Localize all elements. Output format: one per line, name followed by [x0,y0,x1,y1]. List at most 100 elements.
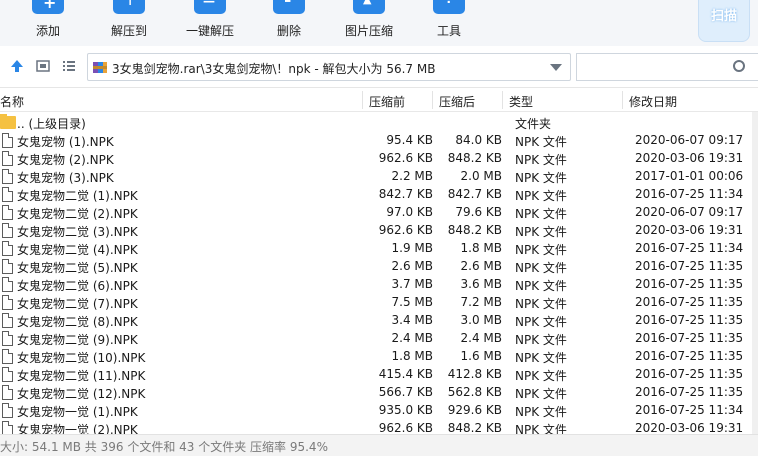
row-type: NPK 文件 [515,135,567,149]
file-row[interactable]: 女鬼宠物二觉 (3).NPK 962.6 KB 848.2 KB NPK 文件 2020… [0,222,752,240]
file-row[interactable]: 女鬼宠物 (1).NPK 95.4 KB 84.0 KB NPK 文件 2020-06-… [0,132,752,150]
row-name: 女鬼宠物 (3).NPK [17,171,114,185]
one-click-extract-button[interactable]: — 一键解压 [182,0,238,46]
row-modified: 2020-03-06 19:31 [635,223,744,237]
row-type: NPK 文件 [515,315,567,329]
row-name: 女鬼宠物二觉 (7).NPK [17,297,138,311]
file-row[interactable]: 女鬼宠物二觉 (10).NPK 1.8 MB 1.6 MB NPK 文件 2016-07… [0,348,752,366]
file-icon [2,169,13,184]
file-row[interactable]: 女鬼宠物二觉 (8).NPK 3.4 MB 3.0 MB NPK 文件 2016-07-… [0,312,752,330]
one-click-extract-label: 一键解压 [185,24,234,38]
vertical-scrollbar[interactable] [752,112,758,434]
file-icon [2,187,13,202]
parent-directory-row[interactable]: .. (上级目录) 文件夹 [0,114,752,132]
row-original-size: 2.2 MB [391,169,433,183]
row-original-size: 962.6 KB [378,151,433,165]
file-row[interactable]: 女鬼宠物一觉 (1).NPK 935.0 KB 929.6 KB NPK 文件 2016… [0,402,752,420]
delete-button[interactable]: ▪ 删除 [266,0,312,46]
up-arrow-icon[interactable] [9,58,25,74]
list-view-icon[interactable] [61,58,77,74]
column-modified[interactable]: 修改日期 [629,93,677,110]
file-row[interactable]: 女鬼宠物二觉 (6).NPK 3.7 MB 3.6 MB NPK 文件 2016-07-… [0,276,752,294]
row-packed-size: 562.8 KB [447,385,502,399]
row-modified: 2016-07-25 11:34 [635,241,744,255]
column-packed[interactable]: 压缩后 [439,93,475,110]
row-name: 女鬼宠物二觉 (2).NPK [17,207,138,221]
row-packed-size: 84.0 KB [455,133,502,147]
file-icon [2,349,13,364]
column-divider[interactable] [362,91,363,109]
row-type: NPK 文件 [515,351,567,365]
row-original-size: 7.5 MB [391,295,433,309]
column-header-row: 名称 压缩前 压缩后 类型 修改日期 [0,88,758,112]
add-icon: + [32,0,64,14]
file-row[interactable]: 女鬼宠物二觉 (2).NPK 97.0 KB 79.6 KB NPK 文件 2020-0… [0,204,752,222]
chevron-down-icon[interactable] [550,64,562,71]
row-modified: 2016-07-25 11:34 [635,403,744,417]
column-divider[interactable] [432,91,433,109]
trash-icon: ▪ [273,0,305,14]
tools-icon: ! [433,0,465,14]
column-compressed[interactable]: 压缩前 [369,93,405,110]
row-modified: 2020-06-07 09:17 [635,133,744,147]
file-row[interactable]: 女鬼宠物一觉 (2).NPK 962.6 KB 848.2 KB NPK 文件 2020… [0,420,752,434]
file-row[interactable]: 女鬼宠物 (2).NPK 962.6 KB 848.2 KB NPK 文件 2020-0… [0,150,752,168]
row-packed-size: 2.6 MB [460,259,502,273]
row-type: NPK 文件 [515,333,567,347]
file-icon [2,385,13,400]
row-modified: 2016-07-25 11:35 [635,367,744,381]
status-text: 大小: 54.1 MB 共 396 个文件和 43 个文件夹 压缩率 95.4% [0,440,328,454]
row-type: NPK 文件 [515,153,567,167]
row-packed-size: 842.7 KB [447,187,502,201]
file-row[interactable]: 女鬼宠物二觉 (11).NPK 415.4 KB 412.8 KB NPK 文件 201… [0,366,752,384]
image-compress-label: 图片压缩 [344,24,393,38]
file-row[interactable]: 女鬼宠物二觉 (5).NPK 2.6 MB 2.6 MB NPK 文件 2016-07-… [0,258,752,276]
row-name: 女鬼宠物一觉 (2).NPK [17,423,138,434]
file-icon [2,421,13,434]
row-modified: 2016-07-25 11:35 [635,313,744,327]
row-packed-size: 848.2 KB [447,421,502,434]
row-modified: 2016-07-25 11:35 [635,259,744,273]
path-combobox[interactable]: 3女鬼剑宠物.rar\3女鬼剑宠物\！npk - 解包大小为 56.7 MB [87,53,571,81]
file-icon [2,259,13,274]
row-modified: 2020-06-07 09:17 [635,205,744,219]
column-divider[interactable] [502,91,503,109]
column-name[interactable]: 名称 [0,93,24,110]
file-row[interactable]: 女鬼宠物二觉 (1).NPK 842.7 KB 842.7 KB NPK 文件 2016… [0,186,752,204]
add-button[interactable]: + 添加 [22,0,74,46]
image-icon: ▲ [353,0,385,14]
image-compress-button[interactable]: ▲ 图片压缩 [340,0,398,46]
delete-label: 删除 [276,24,301,38]
tools-button[interactable]: ! 工具 [428,0,470,46]
search-input[interactable] [576,53,758,81]
row-original-size: 3.7 MB [391,277,433,291]
file-icon [2,241,13,256]
search-icon[interactable] [733,60,745,72]
row-name: 女鬼宠物二觉 (11).NPK [17,369,146,383]
column-divider[interactable] [622,91,623,109]
extract-to-button[interactable]: ↑ 解压到 [103,0,155,46]
row-type: NPK 文件 [515,207,567,221]
row-type: NPK 文件 [515,225,567,239]
file-row[interactable]: 女鬼宠物二觉 (12).NPK 566.7 KB 562.8 KB NPK 文件 201… [0,384,752,402]
column-type[interactable]: 类型 [509,93,533,110]
folder-icon [0,114,16,129]
row-type: NPK 文件 [515,279,567,293]
file-row[interactable]: 女鬼宠物二觉 (7).NPK 7.5 MB 7.2 MB NPK 文件 2016-07-… [0,294,752,312]
file-icon [2,295,13,310]
row-type: NPK 文件 [515,243,567,257]
tools-label: 工具 [436,24,461,38]
thumbnail-view-icon[interactable] [35,58,51,74]
add-label: 添加 [35,24,60,38]
file-row[interactable]: 女鬼宠物二觉 (9).NPK 2.4 MB 2.4 MB NPK 文件 2016-07-… [0,330,752,348]
file-icon [2,331,13,346]
file-icon [2,367,13,382]
row-name: 女鬼宠物二觉 (10).NPK [17,351,146,365]
file-list: .. (上级目录) 文件夹 女鬼宠物 (1).NPK 95.4 KB 84.0 KB… [0,114,752,434]
file-row[interactable]: 女鬼宠物 (3).NPK 2.2 MB 2.0 MB NPK 文件 2017-01-01… [0,168,752,186]
row-original-size: 3.4 MB [391,313,433,327]
file-row[interactable]: 女鬼宠物二觉 (4).NPK 1.9 MB 1.8 MB NPK 文件 2016-07-… [0,240,752,258]
row-packed-size: 848.2 KB [447,223,502,237]
row-name: 女鬼宠物二觉 (12).NPK [17,387,146,401]
scan-button[interactable]: 扫描 [698,0,750,42]
